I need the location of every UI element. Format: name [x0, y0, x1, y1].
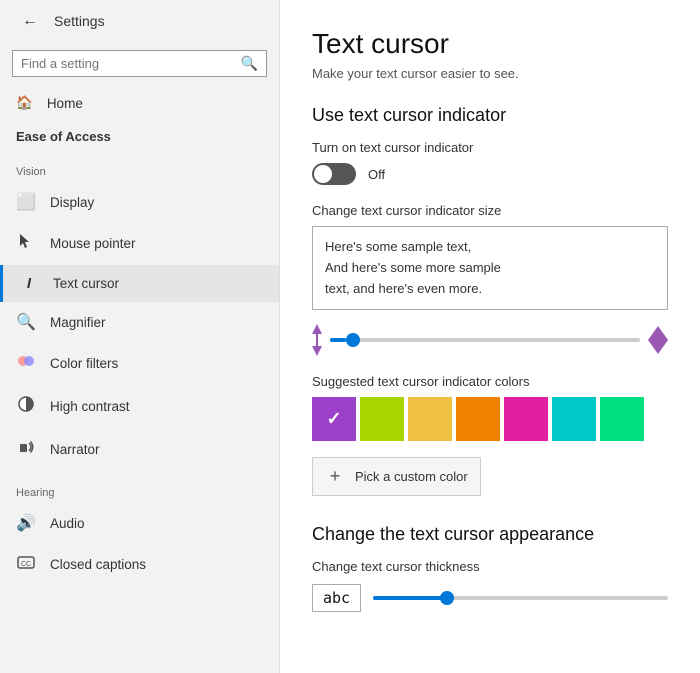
color-swatch-yellow-green[interactable] [360, 397, 404, 441]
size-label: Change text cursor indicator size [312, 203, 668, 218]
toggle-row: Off [312, 163, 668, 185]
indicator-section-heading: Use text cursor indicator [312, 105, 668, 126]
size-slider-row [312, 324, 668, 356]
appearance-section-heading: Change the text cursor appearance [312, 524, 668, 545]
size-slider-thumb[interactable] [346, 333, 360, 347]
sidebar-label-display: Display [50, 195, 94, 210]
color-swatch-gold[interactable] [408, 397, 452, 441]
vision-section-label: Vision [0, 150, 279, 182]
sidebar: ← Settings 🔍 🏠 Home Ease of Access Visio… [0, 0, 280, 673]
cursor-diamond-bottom [648, 340, 668, 354]
display-icon: ⬜ [16, 192, 36, 212]
sample-text-box: Here's some sample text, And here's some… [312, 226, 668, 310]
sidebar-item-magnifier[interactable]: 🔍 Magnifier [0, 302, 279, 342]
sidebar-label-text-cursor: Text cursor [53, 276, 119, 291]
sidebar-item-closed-captions[interactable]: CC Closed captions [0, 543, 279, 586]
cursor-arrow-up-left [312, 324, 322, 334]
color-swatch-green[interactable] [600, 397, 644, 441]
color-swatch-purple[interactable] [312, 397, 356, 441]
size-slider-fill [330, 338, 346, 342]
search-box[interactable]: 🔍 [12, 50, 267, 77]
audio-icon: 🔊 [16, 513, 36, 533]
sidebar-item-color-filters[interactable]: Color filters [0, 342, 279, 385]
thickness-row: abc [312, 584, 668, 612]
cursor-right-indicator [648, 326, 668, 354]
sidebar-item-text-cursor[interactable]: I Text cursor [0, 265, 279, 302]
main-content: Text cursor Make your text cursor easier… [280, 0, 700, 673]
plus-icon: + [325, 466, 345, 487]
sidebar-item-narrator[interactable]: Narrator [0, 428, 279, 471]
sidebar-label-narrator: Narrator [50, 442, 100, 457]
color-swatch-orange[interactable] [456, 397, 500, 441]
color-filters-icon [16, 352, 36, 375]
thickness-track[interactable] [373, 596, 668, 600]
page-title: Text cursor [312, 28, 668, 60]
sidebar-item-high-contrast[interactable]: High contrast [0, 385, 279, 428]
sidebar-label-closed-captions: Closed captions [50, 557, 146, 572]
color-swatch-cyan[interactable] [552, 397, 596, 441]
color-swatch-magenta[interactable] [504, 397, 548, 441]
settings-title: Settings [54, 13, 105, 29]
sidebar-item-home[interactable]: 🏠 Home [0, 85, 279, 121]
page-subtitle: Make your text cursor easier to see. [312, 66, 668, 81]
color-swatches [312, 397, 668, 441]
cursor-left-indicator [312, 324, 322, 356]
svg-text:CC: CC [21, 561, 31, 568]
high-contrast-icon [16, 395, 36, 418]
back-button[interactable]: ← [16, 10, 44, 32]
colors-label: Suggested text cursor indicator colors [312, 374, 668, 389]
pick-color-label: Pick a custom color [355, 469, 468, 484]
thickness-label: Change text cursor thickness [312, 559, 668, 574]
toggle-state-label: Off [368, 167, 385, 182]
search-icon: 🔍 [241, 55, 258, 72]
sidebar-item-display[interactable]: ⬜ Display [0, 182, 279, 222]
text-cursor-icon: I [19, 275, 39, 292]
ease-of-access-label: Ease of Access [0, 121, 279, 150]
sidebar-label-magnifier: Magnifier [50, 315, 106, 330]
cursor-line-left [316, 334, 318, 346]
sidebar-item-mouse-pointer[interactable]: Mouse pointer [0, 222, 279, 265]
size-slider-track[interactable] [330, 338, 640, 342]
sample-text-line2: And here's some more sample [325, 258, 655, 279]
cursor-diamond-top [648, 326, 668, 340]
pick-color-button[interactable]: + Pick a custom color [312, 457, 481, 496]
magnifier-icon: 🔍 [16, 312, 36, 332]
sidebar-label-color-filters: Color filters [50, 356, 118, 371]
thickness-slider[interactable] [373, 596, 668, 600]
thickness-fill [373, 596, 447, 600]
mouse-pointer-icon [16, 232, 36, 255]
home-label: Home [47, 96, 83, 111]
sidebar-label-mouse-pointer: Mouse pointer [50, 236, 136, 251]
sidebar-label-high-contrast: High contrast [50, 399, 130, 414]
narrator-icon [16, 438, 36, 461]
turn-on-label: Turn on text cursor indicator [312, 140, 668, 155]
cursor-indicator-toggle[interactable] [312, 163, 356, 185]
abc-preview: abc [312, 584, 361, 612]
cursor-arrow-down-left [312, 346, 322, 356]
toggle-knob [314, 165, 332, 183]
hearing-section-label: Hearing [0, 471, 279, 503]
sidebar-label-audio: Audio [50, 516, 85, 531]
sample-text-line1: Here's some sample text, [325, 237, 655, 258]
sidebar-header: ← Settings [0, 0, 279, 42]
search-input[interactable] [21, 56, 241, 71]
closed-captions-icon: CC [16, 553, 36, 576]
sample-text-line3: text, and here's even more. [325, 279, 655, 300]
sidebar-item-audio[interactable]: 🔊 Audio [0, 503, 279, 543]
thickness-thumb[interactable] [440, 591, 454, 605]
home-icon: 🏠 [16, 95, 33, 111]
